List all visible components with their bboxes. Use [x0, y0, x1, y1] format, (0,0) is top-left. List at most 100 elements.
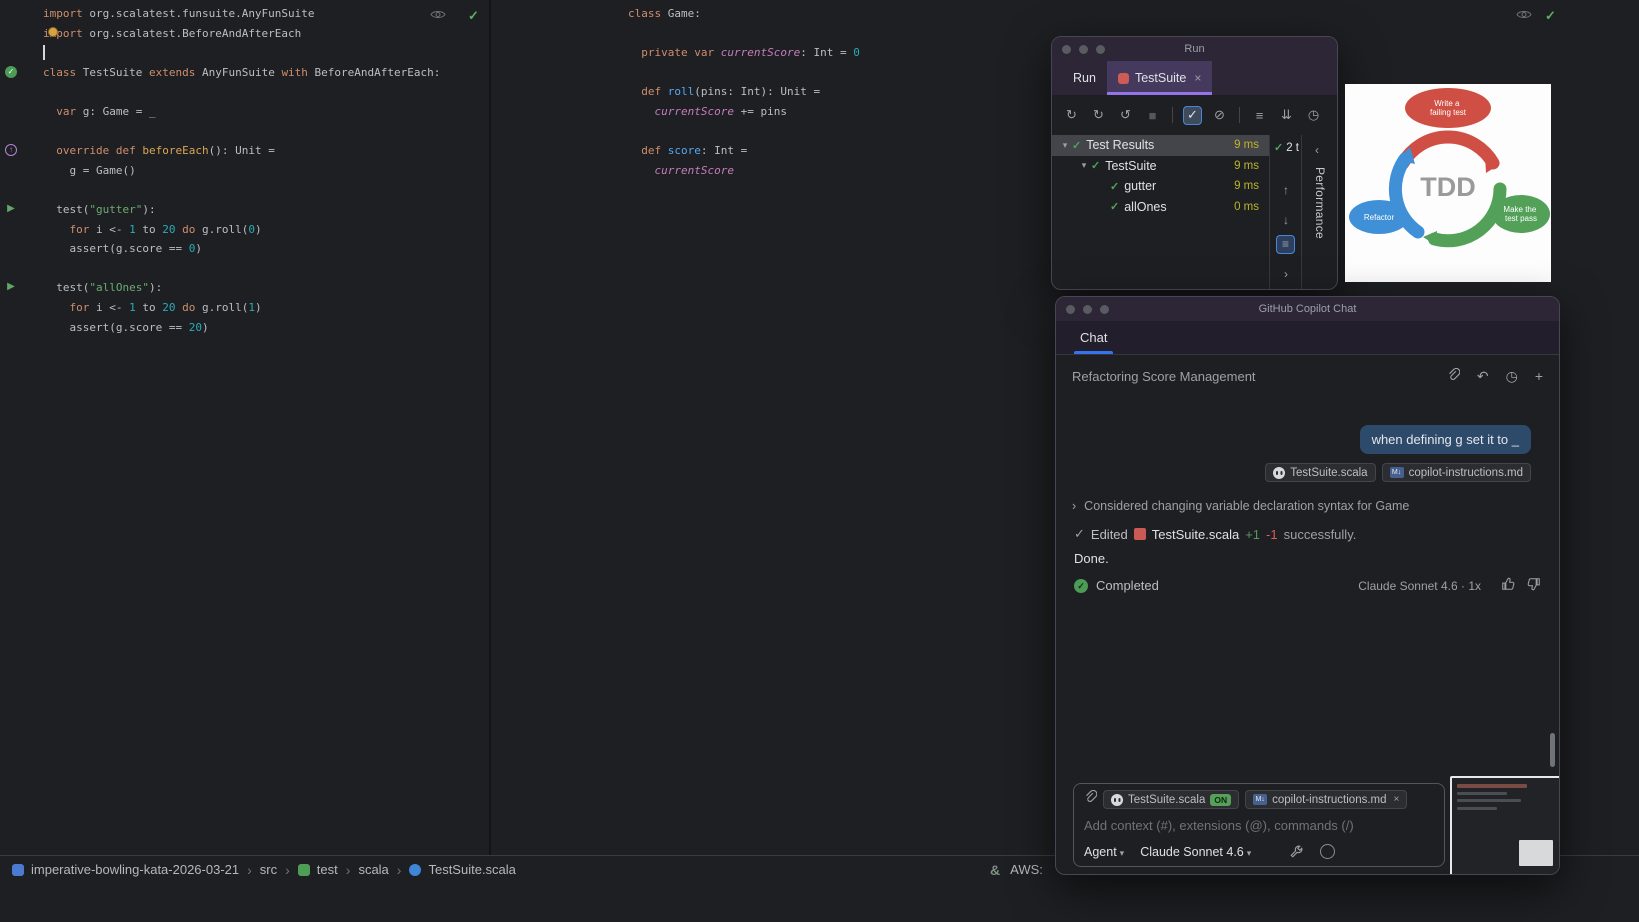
- undo-icon[interactable]: ↶: [1477, 368, 1489, 385]
- attach-icon[interactable]: [1084, 789, 1098, 809]
- code-line[interactable]: for i <- 1 to 20 do g.roll(1): [43, 298, 440, 318]
- aws-plugin-icon[interactable]: &: [990, 862, 1000, 878]
- inspection-eye-icon[interactable]: [430, 7, 446, 25]
- remove-chip-icon[interactable]: ×: [1394, 794, 1400, 805]
- input-chip-instructions[interactable]: M↓ copilot-instructions.md ×: [1245, 790, 1408, 809]
- thumbs-down-icon[interactable]: [1527, 577, 1541, 594]
- code-line[interactable]: test("gutter"):: [43, 200, 440, 220]
- test-result-row[interactable]: ▾ ✓ TestSuite 9 ms: [1052, 156, 1269, 177]
- code-line[interactable]: assert(g.score == 20): [43, 318, 440, 338]
- thumbs-up-icon[interactable]: [1501, 577, 1515, 594]
- code-line[interactable]: currentScore += pins: [628, 102, 860, 122]
- breadcrumb-file[interactable]: TestSuite.scala: [428, 862, 515, 877]
- code-line[interactable]: g = Game(): [43, 161, 440, 181]
- zoom-window-icon[interactable]: [1100, 304, 1109, 314]
- code-line[interactable]: class Game:: [628, 4, 860, 24]
- model-selector[interactable]: Claude Sonnet 4.6 ▾: [1140, 845, 1251, 859]
- code-line[interactable]: [43, 82, 440, 102]
- attach-icon[interactable]: [1447, 367, 1461, 385]
- auto-test-icon[interactable]: ↺: [1116, 106, 1135, 125]
- chat-scrollbar[interactable]: [1550, 733, 1555, 767]
- inspection-eye-icon[interactable]: [1516, 7, 1532, 25]
- test-result-row[interactable]: ✓ gutter 9 ms: [1052, 176, 1269, 197]
- context-chip-instructions[interactable]: M↓ copilot-instructions.md: [1381, 463, 1531, 482]
- code-line[interactable]: import org.scalatest.BeforeAndAfterEach: [43, 24, 440, 44]
- test-result-row[interactable]: ▾ ✓ Test Results 9 ms: [1052, 135, 1269, 156]
- show-passed-icon[interactable]: ✓: [1183, 105, 1202, 125]
- aws-status-label[interactable]: AWS:: [1010, 862, 1043, 877]
- code-line[interactable]: [628, 24, 860, 44]
- rerun-icon[interactable]: ↻: [1062, 106, 1081, 125]
- code-line[interactable]: currentScore: [628, 161, 860, 181]
- tab-chat[interactable]: Chat: [1074, 321, 1114, 354]
- close-window-icon[interactable]: [1062, 44, 1071, 54]
- code-line[interactable]: [628, 63, 860, 83]
- chat-input-placeholder[interactable]: Add context (#), extensions (@), command…: [1084, 818, 1434, 833]
- expand-all-icon[interactable]: ⇊: [1277, 106, 1296, 125]
- tab-testsuite[interactable]: TestSuite ×: [1106, 61, 1213, 95]
- test-result-row[interactable]: ✓ allOnes 0 ms: [1052, 197, 1269, 218]
- history-icon[interactable]: ◷: [1506, 368, 1518, 385]
- close-tab-icon[interactable]: ×: [1194, 71, 1201, 85]
- code-line[interactable]: private var currentScore: Int = 0: [628, 43, 860, 63]
- code-line[interactable]: [43, 180, 440, 200]
- code-line[interactable]: for i <- 1 to 20 do g.roll(0): [43, 220, 440, 240]
- code-line[interactable]: def roll(pins: Int): Unit =: [628, 82, 860, 102]
- code-line[interactable]: def score: Int =: [628, 141, 860, 161]
- previous-occurrence-icon[interactable]: ↑: [1270, 183, 1302, 197]
- minimize-window-icon[interactable]: [1083, 304, 1092, 314]
- history-icon[interactable]: ◷: [1304, 106, 1323, 125]
- new-chat-icon[interactable]: +: [1535, 368, 1543, 384]
- rerun-failed-icon[interactable]: ↻: [1089, 106, 1108, 125]
- code-line[interactable]: class TestSuite extends AnyFunSuite with…: [43, 63, 440, 83]
- input-chip-testsuite[interactable]: TestSuite.scala ON: [1103, 790, 1240, 809]
- code-line[interactable]: [43, 122, 440, 142]
- stop-icon[interactable]: ■: [1143, 106, 1162, 125]
- performance-tab[interactable]: Performance: [1313, 167, 1327, 239]
- inspection-ok-icon[interactable]: ✓: [1545, 8, 1556, 24]
- attached-screenshot-thumbnail[interactable]: [1450, 776, 1559, 874]
- game-code[interactable]: class Game: private var currentScore: In…: [628, 4, 860, 180]
- zoom-window-icon[interactable]: [1096, 44, 1105, 54]
- next-occurrence-icon[interactable]: ↓: [1270, 213, 1302, 227]
- close-window-icon[interactable]: [1066, 304, 1075, 314]
- override-icon[interactable]: ↑: [5, 144, 17, 157]
- model-meta: Claude Sonnet 4.6 · 1x: [1358, 578, 1481, 593]
- check-circle-icon[interactable]: ✓: [5, 65, 17, 78]
- code-line[interactable]: test("allOnes"):: [43, 278, 440, 298]
- run-icon[interactable]: ▶: [5, 203, 17, 215]
- mode-selector[interactable]: Agent ▾: [1084, 845, 1124, 859]
- run-icon[interactable]: ▶: [5, 281, 17, 293]
- breadcrumb-project[interactable]: imperative-bowling-kata-2026-03-21: [31, 862, 239, 877]
- code-line[interactable]: import org.scalatest.funsuite.AnyFunSuit…: [43, 4, 440, 24]
- tdd-blue-label: Refactor: [1364, 213, 1395, 222]
- chat-input-box[interactable]: TestSuite.scala ON M↓ copilot-instructio…: [1073, 783, 1445, 867]
- filter-tests-icon[interactable]: ≡: [1276, 235, 1295, 254]
- run-window-titlebar[interactable]: Run: [1052, 37, 1337, 61]
- show-ignored-icon[interactable]: ⊘: [1210, 106, 1229, 125]
- expand-panel-icon[interactable]: ›: [1270, 267, 1302, 281]
- code-line[interactable]: var g: Game = _: [43, 102, 440, 122]
- code-line[interactable]: assert(g.score == 0): [43, 239, 440, 259]
- code-line[interactable]: [628, 122, 860, 142]
- reasoning-step[interactable]: › Considered changing variable declarati…: [1072, 499, 1409, 513]
- bulb-icon[interactable]: [48, 26, 58, 37]
- breadcrumb-test[interactable]: test: [317, 862, 338, 877]
- testsuite-code[interactable]: import org.scalatest.funsuite.AnyFunSuit…: [43, 4, 440, 337]
- breadcrumb-scala[interactable]: scala: [358, 862, 388, 877]
- context-chip-testsuite[interactable]: TestSuite.scala: [1265, 463, 1376, 482]
- edited-file-link[interactable]: TestSuite.scala: [1152, 527, 1239, 542]
- tab-run[interactable]: Run: [1062, 61, 1107, 95]
- sort-icon[interactable]: ≡: [1250, 106, 1269, 125]
- code-line[interactable]: override def beforeEach(): Unit =: [43, 141, 440, 161]
- tools-icon[interactable]: [1289, 844, 1304, 859]
- collapse-icon[interactable]: ‹: [1315, 143, 1319, 157]
- chat-window-titlebar[interactable]: GitHub Copilot Chat: [1056, 297, 1559, 321]
- send-button[interactable]: [1320, 844, 1336, 859]
- breadcrumb-src[interactable]: src: [260, 862, 277, 877]
- inspection-ok-icon[interactable]: ✓: [468, 8, 479, 24]
- code-line[interactable]: [43, 43, 440, 63]
- editor-testsuite[interactable]: import org.scalatest.funsuite.AnyFunSuit…: [0, 0, 491, 855]
- code-line[interactable]: [43, 259, 440, 279]
- minimize-window-icon[interactable]: [1079, 44, 1088, 54]
